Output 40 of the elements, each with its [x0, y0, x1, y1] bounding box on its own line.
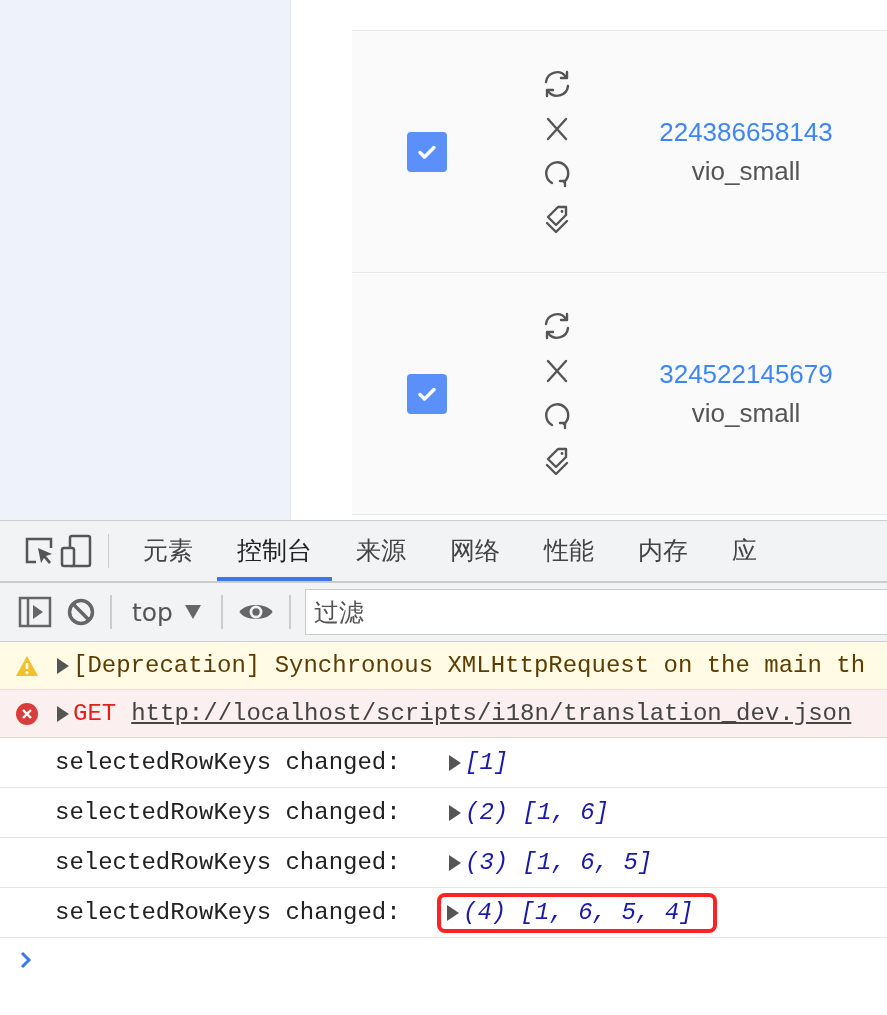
expand-arrow-icon[interactable] [57, 705, 69, 722]
clear-icon[interactable] [66, 597, 96, 627]
log-text: selectedRowKeys changed: [55, 899, 402, 926]
expand-arrow-icon[interactable] [447, 904, 459, 921]
expand-arrow-icon[interactable] [57, 657, 69, 674]
devtools-tab[interactable]: 网络 [430, 521, 520, 581]
row-name: vio_small [691, 397, 801, 429]
redo-icon[interactable] [542, 401, 572, 431]
context-dropdown[interactable]: top [126, 597, 207, 627]
sync-icon[interactable] [542, 311, 572, 341]
devtools-tab[interactable]: 元素 [123, 521, 213, 581]
url-link[interactable]: http://localhost/scripts/i18n/translation_dev.json [131, 700, 852, 727]
sidebar-toggle-icon[interactable] [18, 595, 52, 629]
sync-icon[interactable] [542, 69, 572, 99]
warning-text: [Deprecation] Synchronous XMLHttpRequest on the main th [73, 652, 866, 679]
checkbox[interactable] [407, 373, 447, 414]
device-icon[interactable] [60, 534, 94, 568]
devtools-tab[interactable]: 性能 [524, 521, 614, 581]
row-name: vio_small [691, 155, 801, 187]
expand-arrow-icon[interactable] [449, 854, 461, 871]
devtools-tab[interactable]: 内存 [618, 521, 708, 581]
array-value[interactable]: (2) [1, 6] [465, 799, 610, 826]
log-text: selectedRowKeys changed: [55, 849, 402, 876]
array-value[interactable]: (4) [1, 6, 5, 4] [463, 899, 694, 926]
filter-field[interactable]: 过滤 [304, 589, 887, 635]
dropdown-caret-icon [184, 605, 201, 619]
devtools-tab[interactable]: 应 [712, 521, 777, 581]
array-value[interactable]: (3) [1, 6, 5] [465, 849, 653, 876]
expand-arrow-icon[interactable] [449, 804, 461, 821]
expand-arrow-icon[interactable] [449, 754, 461, 771]
array-value[interactable]: [1] [465, 749, 509, 776]
warning-icon [15, 654, 39, 677]
redo-icon[interactable] [542, 159, 572, 189]
prompt-caret-icon [20, 951, 32, 969]
error-icon [15, 701, 39, 726]
checkbox[interactable] [407, 131, 447, 172]
log-text: selectedRowKeys changed: [55, 799, 402, 826]
log-text: selectedRowKeys changed: [55, 749, 402, 776]
devtools-tab[interactable]: 来源 [336, 521, 426, 581]
request-method: GET [73, 700, 117, 727]
